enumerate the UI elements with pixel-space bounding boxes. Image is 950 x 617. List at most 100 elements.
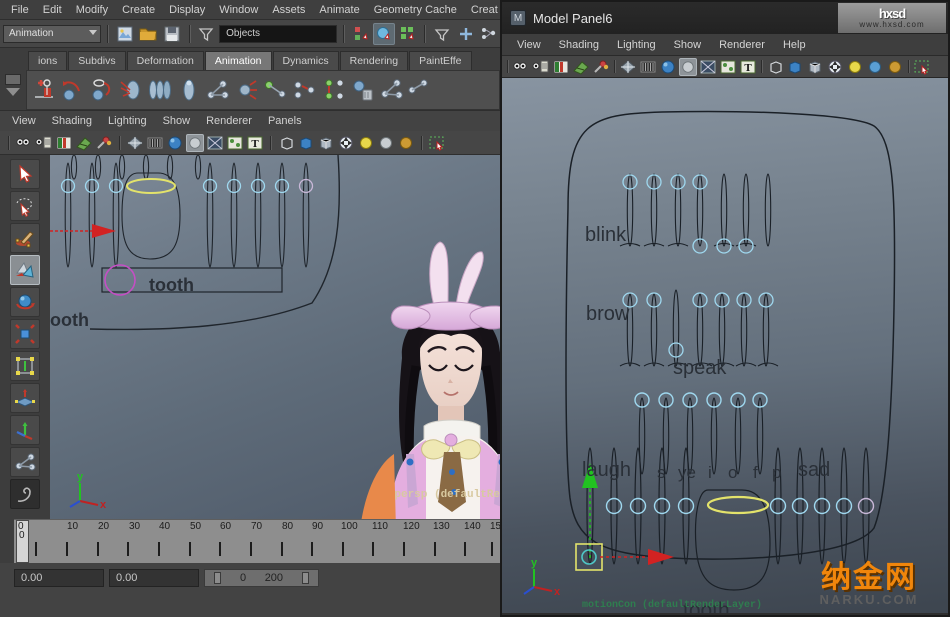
tab-rendering[interactable]: Rendering xyxy=(339,51,409,70)
select-region-icon[interactable] xyxy=(913,58,931,76)
model-panel-viewport[interactable]: blink brow speak laugh s ye i o f p sad … xyxy=(502,78,948,613)
mirror-joint-icon[interactable] xyxy=(408,77,434,103)
texture-icon[interactable] xyxy=(226,134,244,152)
sad-handle[interactable] xyxy=(857,497,875,515)
persp-viewport[interactable]: tooth ooth persp (defaultRe y x xyxy=(50,155,500,519)
panel-menu-show[interactable]: Show xyxy=(155,113,199,129)
last-tool-used[interactable] xyxy=(10,447,40,477)
bind-skin-icon[interactable] xyxy=(118,77,144,103)
mp-menu-help[interactable]: Help xyxy=(774,37,815,53)
time-slider-bar[interactable]: 0 0 10 20 30 40 50 60 70 80 90 100 110 1… xyxy=(14,519,501,563)
lighting-icon[interactable] xyxy=(826,58,844,76)
menu-animate[interactable]: Animate xyxy=(312,2,366,18)
selection-mask-filter-icon[interactable] xyxy=(196,23,218,45)
grid-toggle-icon[interactable] xyxy=(75,134,93,152)
resolution-gate-icon[interactable] xyxy=(592,58,610,76)
select-by-component-icon[interactable] xyxy=(397,23,419,45)
bounding-box-icon[interactable] xyxy=(317,134,335,152)
menu-window[interactable]: Window xyxy=(212,2,265,18)
shadow-icon[interactable] xyxy=(397,134,415,152)
range-end-field[interactable]: 0.00 xyxy=(109,569,199,587)
image-plane-icon[interactable] xyxy=(552,58,570,76)
smooth-bind-icon[interactable] xyxy=(147,77,173,103)
menu-display[interactable]: Display xyxy=(162,2,212,18)
camera-attributes-icon[interactable] xyxy=(35,134,53,152)
texture-icon[interactable] xyxy=(719,58,737,76)
soft-modification-tool[interactable] xyxy=(10,383,40,413)
wireframe-on-shaded-icon[interactable] xyxy=(766,58,784,76)
scale-tool[interactable] xyxy=(10,319,40,349)
orient-constraint-icon[interactable] xyxy=(292,77,318,103)
xray-icon[interactable] xyxy=(206,134,224,152)
new-scene-icon[interactable] xyxy=(114,23,136,45)
select-tool[interactable] xyxy=(10,159,40,189)
film-gate-icon[interactable] xyxy=(639,58,657,76)
text-icon[interactable]: T xyxy=(246,134,264,152)
all-lights-icon[interactable] xyxy=(866,58,884,76)
menu-edit[interactable]: Edit xyxy=(36,2,69,18)
shaded-icon[interactable] xyxy=(186,133,204,152)
snap-to-grid-icon[interactable] xyxy=(455,23,477,45)
ik-spline-handle-icon[interactable] xyxy=(89,77,115,103)
mp-menu-renderer[interactable]: Renderer xyxy=(710,37,774,53)
tab-polygons[interactable]: ions xyxy=(28,51,68,70)
shelf-collapse-button[interactable] xyxy=(5,74,21,85)
rotate-tool[interactable] xyxy=(10,287,40,317)
smooth-shade-icon[interactable] xyxy=(659,58,677,76)
connect-joint-icon[interactable] xyxy=(379,77,405,103)
select-by-object-icon[interactable] xyxy=(373,22,395,45)
aim-constraint-icon[interactable] xyxy=(321,77,347,103)
bounding-box-icon[interactable] xyxy=(806,58,824,76)
tab-animation[interactable]: Animation xyxy=(204,51,272,70)
move-tool[interactable] xyxy=(10,255,40,285)
shaded-display-icon[interactable] xyxy=(786,58,804,76)
lasso-tool[interactable] xyxy=(10,191,40,221)
menu-create[interactable]: Create xyxy=(115,2,162,18)
select-camera-icon[interactable] xyxy=(512,58,530,76)
panel-menu-renderer[interactable]: Renderer xyxy=(198,113,260,129)
mp-menu-view[interactable]: View xyxy=(508,37,550,53)
shaded-display-icon[interactable] xyxy=(297,134,315,152)
select-region-icon[interactable] xyxy=(428,134,446,152)
wireframe-on-shaded-icon[interactable] xyxy=(277,134,295,152)
default-light-icon[interactable] xyxy=(846,58,864,76)
range-start-field[interactable]: 0.00 xyxy=(14,569,104,587)
menu-assets[interactable]: Assets xyxy=(265,2,312,18)
range-handle-left[interactable] xyxy=(214,572,222,584)
image-plane-icon[interactable] xyxy=(55,134,73,152)
menu-geometry-cache[interactable]: Geometry Cache xyxy=(367,2,464,18)
shaded-icon[interactable] xyxy=(679,57,697,76)
all-lights-icon[interactable] xyxy=(377,134,395,152)
select-camera-icon[interactable] xyxy=(15,134,33,152)
lighting-icon[interactable] xyxy=(337,134,355,152)
selection-mask-field[interactable]: Objects xyxy=(219,24,337,43)
menu-set-combo[interactable]: Animation xyxy=(3,24,102,43)
save-scene-icon[interactable] xyxy=(161,23,183,45)
tab-subdivs[interactable]: Subdivs xyxy=(68,51,126,70)
mp-menu-shading[interactable]: Shading xyxy=(550,37,608,53)
paint-select-tool[interactable] xyxy=(10,223,40,253)
show-manipulator-tool[interactable] xyxy=(10,415,40,445)
construction-history-icon[interactable] xyxy=(478,23,500,45)
facial-control-rig[interactable] xyxy=(502,78,948,613)
universal-manipulator-tool[interactable] xyxy=(10,351,40,381)
menu-file[interactable]: File xyxy=(4,2,36,18)
model-panel-window[interactable]: M Model Panel6 hxsd www.hxsd.com View Sh… xyxy=(500,0,950,617)
resolution-gate-icon[interactable] xyxy=(95,134,113,152)
film-gate-icon[interactable] xyxy=(146,134,164,152)
open-scene-icon[interactable] xyxy=(138,23,160,45)
grid-toggle-icon[interactable] xyxy=(572,58,590,76)
paint-effects-tool[interactable] xyxy=(10,479,40,509)
menu-create-deformers[interactable]: Creat xyxy=(464,2,505,18)
panel-menu-lighting[interactable]: Lighting xyxy=(100,113,155,129)
model-panel-titlebar[interactable]: M Model Panel6 hxsd www.hxsd.com xyxy=(502,2,948,34)
wireframe-icon[interactable] xyxy=(619,58,637,76)
delete-joint-icon[interactable] xyxy=(350,77,376,103)
tab-dynamics[interactable]: Dynamics xyxy=(272,51,339,70)
select-by-hierarchy-icon[interactable] xyxy=(350,23,372,45)
shadow-icon[interactable] xyxy=(886,58,904,76)
tab-painteffects[interactable]: PaintEffe xyxy=(409,51,472,70)
panel-menu-shading[interactable]: Shading xyxy=(44,113,100,129)
panel-menu-panels[interactable]: Panels xyxy=(260,113,310,129)
panel-menu-view[interactable]: View xyxy=(4,113,44,129)
